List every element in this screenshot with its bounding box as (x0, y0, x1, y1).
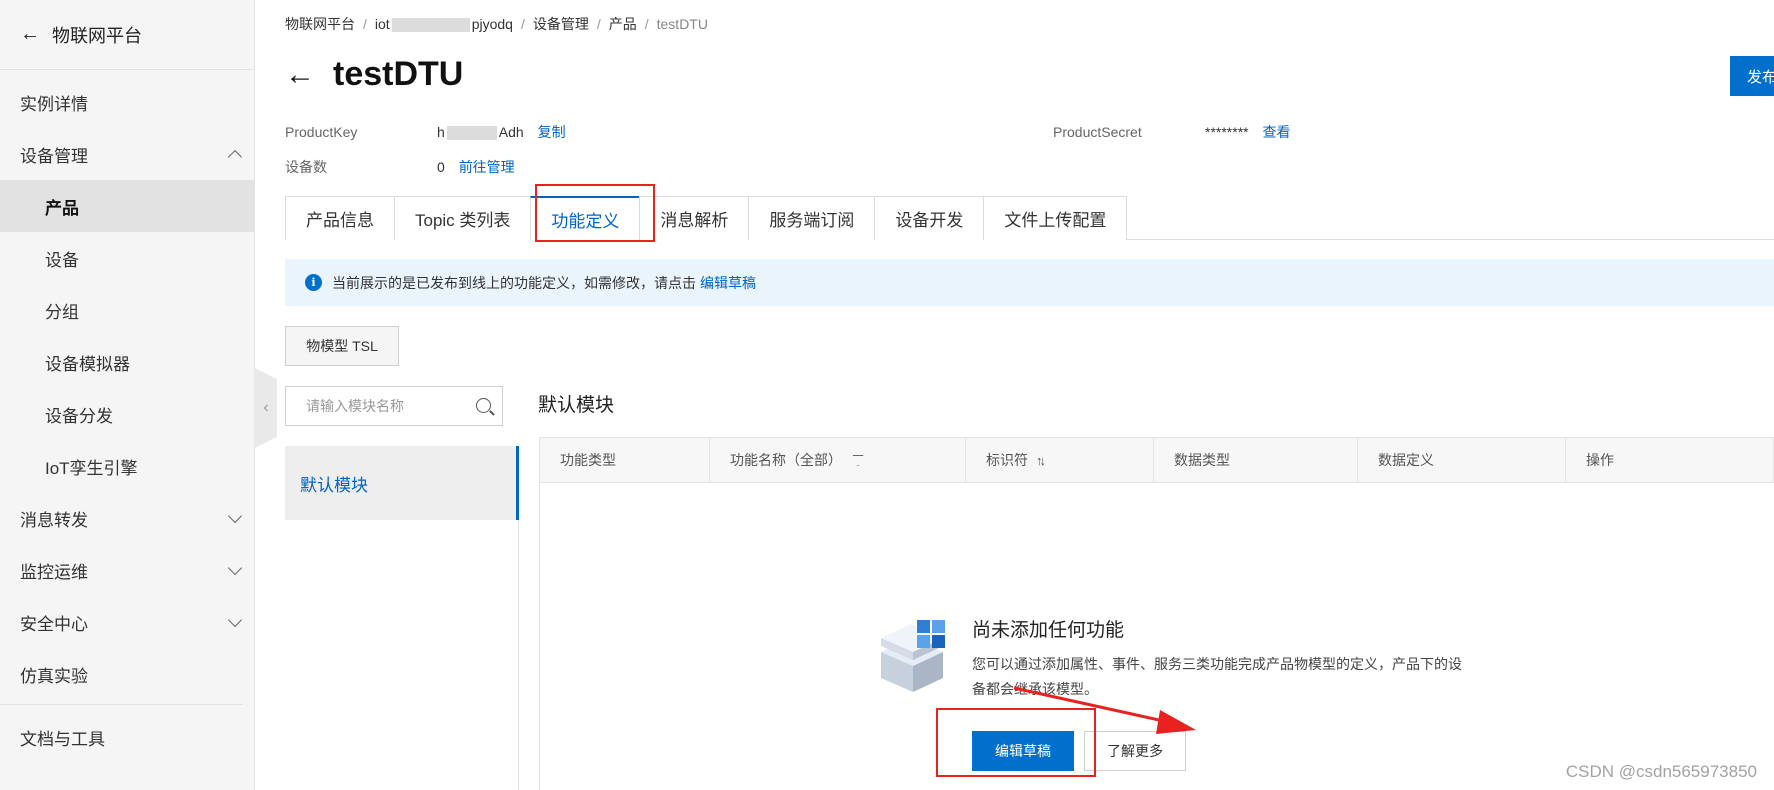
sidebar: ← 物联网平台 实例详情 设备管理 产品 设备 分组 设备模拟器 设备分发 Io… (0, 0, 255, 790)
tab-server-subscription[interactable]: 服务端订阅 (748, 196, 876, 240)
notice-text: 当前展示的是已发布到线上的功能定义，如需修改，请点击 (332, 274, 696, 291)
chevron-down-icon (227, 508, 243, 524)
breadcrumb-item[interactable]: iot (375, 16, 390, 32)
sidebar-item-label: 设备分发 (45, 406, 113, 426)
search-placeholder: 请输入模块名称 (306, 398, 404, 414)
sidebar-item-devices[interactable]: 设备 (0, 232, 254, 284)
page-title: testDTU (333, 55, 464, 93)
back-arrow-icon[interactable]: ← (20, 23, 40, 46)
device-count-row: 设备数 0 前往管理 (285, 157, 515, 177)
filter-icon[interactable] (852, 454, 864, 466)
sidebar-item-label: 实例详情 (20, 94, 88, 114)
sidebar-item-label: 消息转发 (20, 510, 88, 530)
module-list: 默认模块 (285, 446, 519, 790)
device-count-value: 0 (437, 159, 445, 175)
annotation-arrow-icon (1013, 686, 1196, 734)
sidebar-item-iot-twin-engine[interactable]: IoT孪生引擎 (0, 440, 254, 492)
column-header: 功能类型 (540, 438, 710, 482)
product-secret-value: ******** (1205, 124, 1249, 140)
sidebar-divider (0, 704, 242, 705)
module-item-default[interactable]: 默认模块 (285, 446, 519, 520)
sidebar-header[interactable]: ← 物联网平台 (0, 0, 254, 70)
sidebar-item-device-simulator[interactable]: 设备模拟器 (0, 336, 254, 388)
chevron-up-icon (227, 149, 243, 165)
tab-product-info[interactable]: 产品信息 (285, 196, 395, 240)
column-header[interactable]: 标识符 ↑↓ (966, 438, 1154, 482)
sidebar-item-products[interactable]: 产品 (0, 180, 254, 232)
info-icon: i (305, 274, 322, 291)
copy-link[interactable]: 复制 (538, 124, 566, 140)
publish-button[interactable]: 发布 (1730, 56, 1774, 96)
module-search-input[interactable]: 请输入模块名称 (285, 386, 503, 426)
empty-box-illustration-icon (881, 620, 945, 692)
column-header: 数据类型 (1154, 438, 1358, 482)
back-arrow-icon[interactable]: ← (285, 58, 315, 92)
page-header: ← testDTU (285, 55, 463, 94)
breadcrumb-item[interactable]: pjyodq (472, 16, 513, 32)
sidebar-item-label: 设备 (45, 250, 79, 270)
redacted-mask (391, 18, 470, 33)
sidebar-item-label: 设备模拟器 (45, 354, 130, 374)
tab-bar: 产品信息 Topic 类列表 功能定义 消息解析 服务端订阅 设备开发 文件上传… (285, 196, 1774, 240)
breadcrumb-item[interactable]: 设备管理 (533, 16, 589, 32)
product-secret-row: ProductSecret ******** 查看 (1053, 122, 1290, 142)
info-notice: i 当前展示的是已发布到线上的功能定义，如需修改，请点击 编辑草稿 (285, 259, 1774, 306)
chevron-left-icon: ‹ (263, 399, 269, 416)
function-table-header: 功能类型 功能名称（全部） 标识符 ↑↓ 数据类型 数据定义 操作 (539, 437, 1774, 483)
sidebar-item-security-center[interactable]: 安全中心 (0, 596, 254, 648)
sidebar-item-device-distribution[interactable]: 设备分发 (0, 388, 254, 440)
edit-draft-link[interactable]: 编辑草稿 (700, 273, 756, 293)
manage-devices-link[interactable]: 前往管理 (459, 159, 515, 175)
tab-topic-list[interactable]: Topic 类列表 (394, 196, 532, 240)
sort-icon[interactable]: ↑↓ (1036, 453, 1046, 468)
empty-state-title: 尚未添加任何功能 (972, 620, 1125, 641)
annotation-highlight-box (535, 184, 655, 242)
main-content: 物联网平台 / iot pjyodq / 设备管理 / 产品 / testDTU ← testDT… (285, 0, 1774, 790)
sidebar-item-label: IoT孪生引擎 (45, 458, 138, 478)
sidebar-item-label: 设备管理 (20, 146, 88, 166)
tab-device-development[interactable]: 设备开发 (874, 196, 985, 240)
product-key-value: h Adh (437, 124, 524, 141)
breadcrumb-item[interactable]: 产品 (609, 16, 637, 32)
tab-message-parsing[interactable]: 消息解析 (639, 196, 750, 240)
product-secret-label: ProductSecret (1053, 124, 1142, 140)
search-icon[interactable] (476, 398, 491, 413)
device-count-label: 设备数 (285, 159, 327, 175)
sidebar-item-label: 监控运维 (20, 562, 88, 582)
sidebar-collapse-handle[interactable]: ‹ (255, 368, 277, 448)
sidebar-item-message-forwarding[interactable]: 消息转发 (0, 492, 254, 544)
product-key-label: ProductKey (285, 124, 358, 140)
view-secret-link[interactable]: 查看 (1262, 124, 1290, 140)
watermark: CSDN @csdn565973850 (1565, 762, 1757, 781)
column-header: 操作 (1586, 452, 1614, 468)
column-header[interactable]: 功能名称（全部） (710, 438, 966, 482)
sidebar-item-label: 分组 (45, 302, 79, 322)
sidebar-item-docs-tools[interactable]: 文档与工具 (0, 709, 254, 765)
sidebar-item-label: 安全中心 (20, 614, 88, 634)
sidebar-item-device-management[interactable]: 设备管理 (0, 128, 254, 180)
sidebar-item-instance-details[interactable]: 实例详情 (0, 76, 254, 128)
breadcrumb-current: testDTU (656, 16, 708, 32)
sidebar-item-label: 仿真实验 (20, 666, 88, 686)
tab-file-upload-config[interactable]: 文件上传配置 (983, 196, 1128, 240)
sidebar-item-groups[interactable]: 分组 (0, 284, 254, 336)
chevron-down-icon (227, 612, 243, 628)
chevron-down-icon (227, 560, 243, 576)
breadcrumb-item[interactable]: 物联网平台 (285, 16, 355, 32)
product-key-row: ProductKey h Adh 复制 (285, 122, 566, 142)
breadcrumb: 物联网平台 / iot pjyodq / 设备管理 / 产品 / testDTU (285, 16, 708, 33)
column-header: 数据定义 (1358, 438, 1566, 482)
sidebar-item-label: 文档与工具 (20, 729, 105, 749)
sidebar-header-title: 物联网平台 (52, 25, 142, 46)
sidebar-item-monitoring[interactable]: 监控运维 (0, 544, 254, 596)
tsl-model-button[interactable]: 物模型 TSL (285, 326, 399, 366)
sidebar-item-label: 产品 (45, 198, 79, 218)
sidebar-item-simulation-lab[interactable]: 仿真实验 (0, 648, 254, 700)
section-title: 默认模块 (538, 395, 615, 416)
